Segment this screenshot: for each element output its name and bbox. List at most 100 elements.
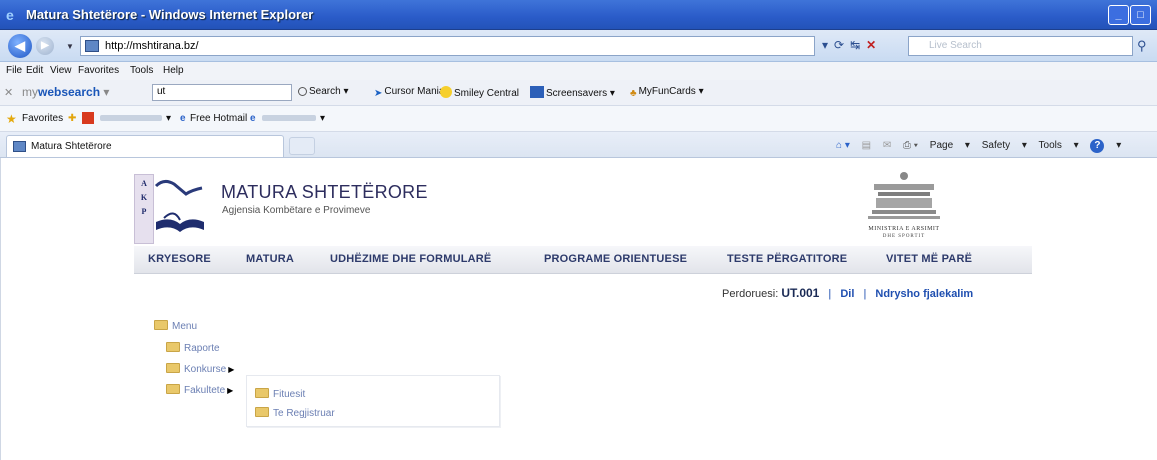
web-slice-gallery-link[interactable] bbox=[262, 115, 316, 121]
magnifier-icon bbox=[298, 87, 307, 96]
window-title: Matura Shtetërore - Windows Internet Exp… bbox=[26, 7, 314, 22]
favorites-star-icon[interactable]: ★ bbox=[6, 112, 17, 126]
page-icon bbox=[85, 40, 99, 52]
separator: | bbox=[863, 288, 867, 300]
web-slice-dropdown-icon[interactable]: ▾ bbox=[320, 113, 325, 124]
suggested-sites-link[interactable] bbox=[100, 115, 162, 121]
separator: | bbox=[828, 288, 832, 300]
maximize-button[interactable]: □ bbox=[1130, 5, 1151, 25]
nav-kryesore[interactable]: KRYESORE bbox=[148, 253, 211, 265]
ministry-building-icon bbox=[868, 172, 940, 219]
new-tab-button[interactable] bbox=[289, 137, 315, 155]
mywebsearch-brand-prefix: my bbox=[22, 85, 38, 99]
help-icon[interactable]: ? bbox=[1090, 139, 1105, 153]
ministry-name-2: DHE SPORTIT bbox=[882, 234, 926, 239]
ministry-logo: MINISTRIA E ARSIMIT DHE SPORTIT bbox=[864, 166, 944, 246]
nav-programe[interactable]: PROGRAME ORIENTUESE bbox=[544, 253, 687, 265]
mywebsearch-logo[interactable]: mywebsearch ▾ bbox=[22, 85, 109, 99]
toolbar-smiley-central[interactable]: Smiley Central bbox=[440, 86, 519, 99]
live-search-input[interactable]: Live Search bbox=[908, 36, 1133, 56]
folder-open-icon bbox=[154, 320, 168, 330]
favorites-button[interactable]: Favorites bbox=[22, 113, 63, 124]
cursor-mania-label: Cursor Mania bbox=[384, 86, 445, 97]
menu-file[interactable]: File bbox=[6, 65, 22, 76]
stop-icon[interactable]: ✕ bbox=[866, 38, 882, 52]
toolbar-search-label: Search bbox=[309, 86, 341, 97]
funcards-icon: ♣ bbox=[630, 88, 637, 99]
nav-matura[interactable]: MATURA bbox=[246, 253, 294, 265]
suggested-sites-dropdown-icon[interactable]: ▾ bbox=[166, 113, 171, 124]
menu-help[interactable]: Help bbox=[163, 65, 184, 76]
folder-icon bbox=[166, 342, 180, 352]
compatibility-icon[interactable]: ▾ bbox=[822, 38, 834, 52]
live-search-placeholder: Live Search bbox=[929, 40, 982, 51]
refresh-icon[interactable]: ⟳ bbox=[834, 38, 850, 52]
myfuncards-label: MyFunCards bbox=[638, 86, 696, 97]
screensavers-label: Screensavers bbox=[546, 88, 608, 99]
monitor-icon bbox=[530, 86, 544, 98]
tree-item-label: Raporte bbox=[184, 343, 220, 354]
page-menu[interactable]: Page ▾ bbox=[930, 140, 970, 151]
book-emblem-icon bbox=[154, 179, 204, 232]
hotmail-icon: e bbox=[180, 113, 186, 124]
site-subtitle: Agjensia Kombëtare e Provimeve bbox=[222, 205, 371, 216]
menu-bar: File Edit View Favorites Tools Help bbox=[0, 62, 1157, 80]
free-hotmail-link[interactable]: Free Hotmail bbox=[190, 113, 247, 124]
nav-udhezime[interactable]: UDHËZIME DHE FORMULARË bbox=[330, 253, 491, 265]
web-slice-icon: e bbox=[250, 113, 256, 124]
ie-logo-icon: e bbox=[6, 7, 14, 23]
print-icon[interactable]: ⎙ ▾ bbox=[903, 140, 918, 151]
toolbar-myfuncards[interactable]: ♣ MyFunCards ▾ bbox=[630, 86, 704, 100]
toolbar-search-input[interactable]: ut bbox=[152, 84, 292, 101]
add-favorites-icon[interactable]: ✚ bbox=[68, 113, 76, 124]
logout-link[interactable]: Dil bbox=[840, 288, 854, 300]
akp-logo: A K P bbox=[134, 164, 206, 246]
menu-favorites[interactable]: Favorites bbox=[78, 65, 119, 76]
nav-vitet[interactable]: VITET MË PARË bbox=[886, 253, 972, 265]
menu-edit[interactable]: Edit bbox=[26, 65, 43, 76]
change-password-link[interactable]: Ndrysho fjalekalim bbox=[875, 288, 973, 300]
menu-view[interactable]: View bbox=[50, 65, 72, 76]
go-icon[interactable]: ↹ bbox=[850, 38, 866, 52]
tree-item-fakultete[interactable]: Fakultete ▶ bbox=[166, 384, 233, 396]
read-mail-icon[interactable]: ✉ bbox=[883, 140, 891, 151]
submenu-item-te-regjistruar[interactable]: Te Regjistruar bbox=[255, 407, 335, 419]
user-label: Perdoruesi: bbox=[722, 288, 779, 300]
folder-icon bbox=[166, 363, 180, 373]
home-icon[interactable]: ⌂ ▾ bbox=[836, 140, 850, 151]
history-dropdown-icon[interactable]: ▼ bbox=[66, 42, 74, 51]
safety-menu[interactable]: Safety ▾ bbox=[982, 140, 1027, 151]
tools-menu[interactable]: Tools ▾ bbox=[1039, 140, 1079, 151]
cursor-icon: ➤ bbox=[374, 88, 383, 99]
toolbar-search-button[interactable]: Search ▾ bbox=[298, 86, 349, 97]
smiley-icon bbox=[440, 86, 452, 98]
suggested-sites-icon[interactable] bbox=[82, 112, 94, 124]
tree-menu-root[interactable]: Menu bbox=[154, 320, 197, 332]
address-url: http://mshtirana.bz/ bbox=[105, 40, 199, 52]
minimize-button[interactable]: _ bbox=[1108, 5, 1129, 25]
address-input[interactable]: http://mshtirana.bz/ bbox=[80, 36, 815, 56]
page-content: A K P MATURA SHTETËRORE Agjensia Kombëta… bbox=[0, 158, 1157, 460]
nav-teste[interactable]: TESTE PËRGATITORE bbox=[727, 253, 847, 265]
submenu-item-fituesit[interactable]: Fituesit bbox=[255, 388, 305, 400]
tab-page-icon bbox=[13, 141, 26, 152]
back-button[interactable]: ◀ bbox=[8, 34, 32, 58]
mywebsearch-toolbar: ✕ mywebsearch ▾ ut Search ▾ ➤ Cursor Mani… bbox=[0, 80, 1157, 106]
search-icon[interactable]: ⚲ bbox=[1137, 38, 1147, 54]
close-toolbar-icon[interactable]: ✕ bbox=[4, 86, 13, 99]
tab-row: Matura Shtetërore ⌂ ▾ ▤ ✉ ⎙ ▾ Page ▾ Saf… bbox=[0, 132, 1157, 158]
forward-button[interactable]: ▶ bbox=[36, 37, 54, 55]
address-bar-row: ◀ ▶ ▼ http://mshtirana.bz/ ▾⟳↹✕ Live Sea… bbox=[0, 30, 1157, 62]
tree-item-konkurse[interactable]: Konkurse ▶ bbox=[166, 363, 234, 375]
tab-matura[interactable]: Matura Shtetërore bbox=[6, 135, 284, 157]
command-bar: ⌂ ▾ ▤ ✉ ⎙ ▾ Page ▾ Safety ▾ Tools ▾ ? ▾ bbox=[836, 139, 1122, 153]
menu-tools[interactable]: Tools bbox=[130, 65, 153, 76]
submenu-arrow-icon: ▶ bbox=[227, 386, 234, 395]
toolbar-screensavers[interactable]: Screensavers ▾ bbox=[530, 86, 615, 99]
tree-item-raporte[interactable]: Raporte bbox=[166, 342, 220, 354]
mywebsearch-brand-main: websearch bbox=[38, 85, 101, 99]
toolbar-cursor-mania[interactable]: ➤ Cursor Mania bbox=[374, 86, 444, 100]
feeds-icon[interactable]: ▤ bbox=[862, 140, 871, 151]
window-title-bar: e Matura Shtetërore - Windows Internet E… bbox=[0, 0, 1157, 30]
submenu-arrow-icon: ▶ bbox=[228, 365, 235, 374]
